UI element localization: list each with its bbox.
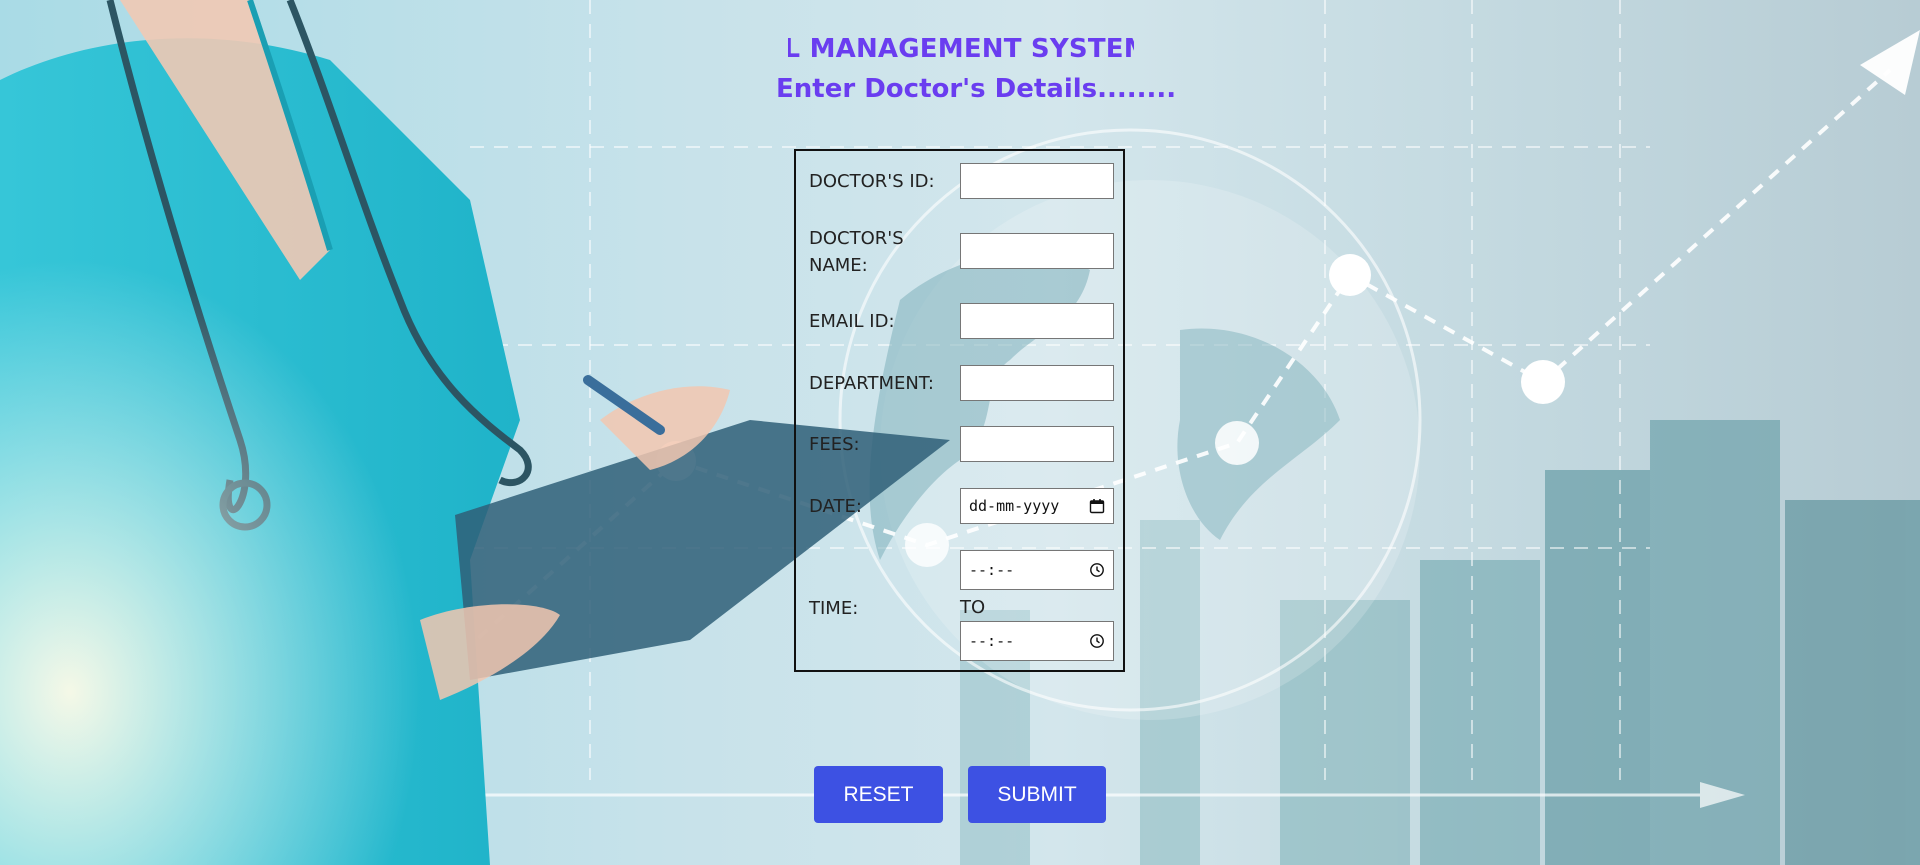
doctor-name-input[interactable] [960, 233, 1114, 269]
page-title: HOSPITAL MANAGEMENT SYSTEM [788, 34, 1134, 64]
fees-label: FEES: [809, 434, 860, 455]
time-from-input[interactable]: --:-- [960, 550, 1114, 590]
doctor-name-label: DOCTOR'S NAME: [809, 228, 904, 276]
clock-icon[interactable] [1089, 633, 1105, 649]
email-id-label: EMAIL ID: [809, 311, 895, 332]
email-id-input[interactable] [960, 303, 1114, 339]
date-input[interactable]: dd-mm-yyyy [960, 488, 1114, 524]
department-label: DEPARTMENT: [809, 373, 934, 394]
time-label: TIME: [809, 598, 859, 619]
submit-button[interactable]: SUBMIT [968, 766, 1106, 823]
fees-input[interactable] [960, 426, 1114, 462]
doctor-id-label: DOCTOR'S ID: [809, 171, 935, 192]
calendar-icon[interactable] [1089, 498, 1105, 514]
date-label: DATE: [809, 496, 862, 517]
reset-button[interactable]: RESET [814, 766, 943, 823]
time-to-placeholder: --:-- [969, 632, 1015, 650]
page: HOSPITAL MANAGEMENT SYSTEM Enter Doctor'… [0, 0, 1920, 865]
title-marquee: HOSPITAL MANAGEMENT SYSTEM [788, 34, 1134, 70]
time-to-label: TO [960, 597, 986, 618]
doctor-id-input[interactable] [960, 163, 1114, 199]
time-from-placeholder: --:-- [969, 561, 1015, 579]
clock-icon[interactable] [1089, 562, 1105, 578]
doctor-details-form: DOCTOR'S ID: DOCTOR'S NAME: EMAIL ID: DE… [794, 149, 1125, 672]
form-subtitle: Enter Doctor's Details........ [776, 74, 1177, 104]
time-to-input[interactable]: --:-- [960, 621, 1114, 661]
department-input[interactable] [960, 365, 1114, 401]
date-placeholder: dd-mm-yyyy [969, 497, 1060, 515]
